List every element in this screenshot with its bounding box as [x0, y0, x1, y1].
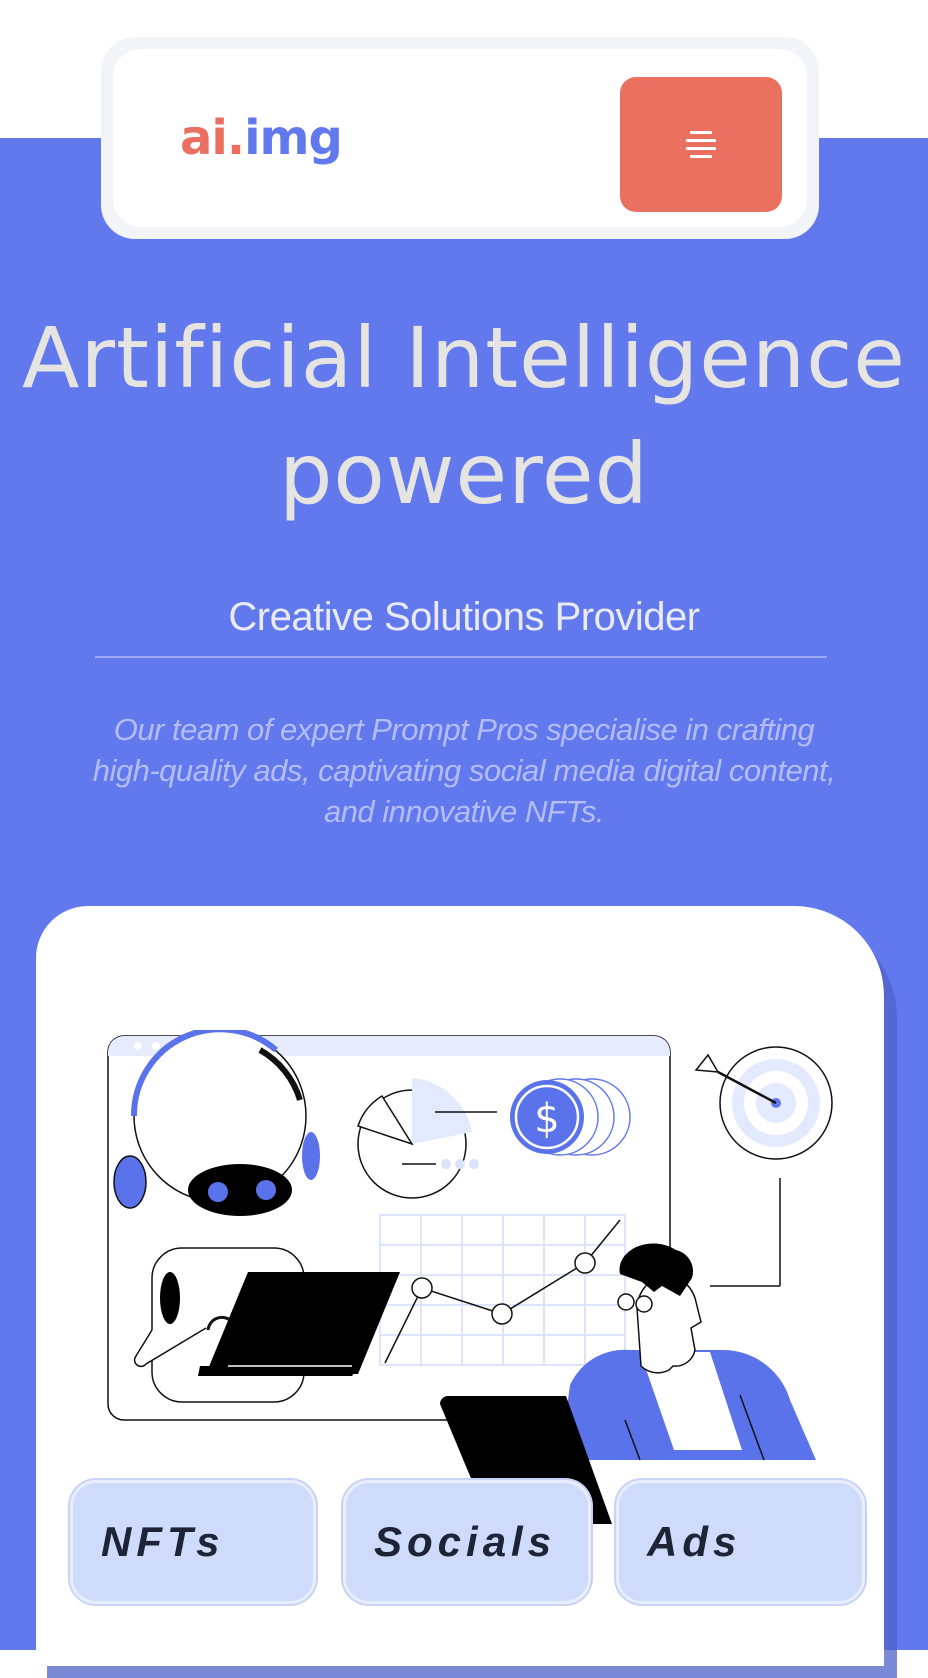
- hero-title-line2: powered: [279, 425, 649, 523]
- tag-nfts-label: NFTs: [101, 1518, 225, 1565]
- tag-ads-label: Ads: [647, 1518, 742, 1565]
- logo-part-img: img: [244, 110, 343, 166]
- coin-icon: $: [510, 1078, 631, 1156]
- ai-illustration: $: [107, 1030, 833, 1524]
- hero-subtitle: Creative Solutions Provider: [228, 595, 700, 639]
- logo-part-ai: ai.: [180, 110, 245, 166]
- hero-description: Our team of expert Prompt Pros specialis…: [20, 709, 908, 832]
- divider: [95, 656, 827, 658]
- hamburger-icon: [686, 126, 716, 163]
- tag-nfts[interactable]: NFTs: [70, 1480, 316, 1604]
- description-line1: Our team of expert Prompt Pros specialis…: [113, 712, 815, 747]
- menu-button[interactable]: [620, 77, 782, 212]
- hero-title-line1: Artificial Intelligence: [22, 309, 906, 407]
- tag-socials-label: Socials: [374, 1518, 557, 1565]
- hero-title: Artificial Intelligence powered: [0, 300, 928, 532]
- target-icon: [694, 1046, 833, 1287]
- tag-socials[interactable]: Socials: [343, 1480, 591, 1604]
- description-line3: and innovative NFTs.: [323, 794, 605, 829]
- dollar-sign: $: [534, 1096, 559, 1142]
- description-line2: high-quality ads, captivating social med…: [92, 753, 836, 788]
- logo[interactable]: ai.img: [180, 108, 343, 168]
- tag-ads[interactable]: Ads: [616, 1480, 865, 1604]
